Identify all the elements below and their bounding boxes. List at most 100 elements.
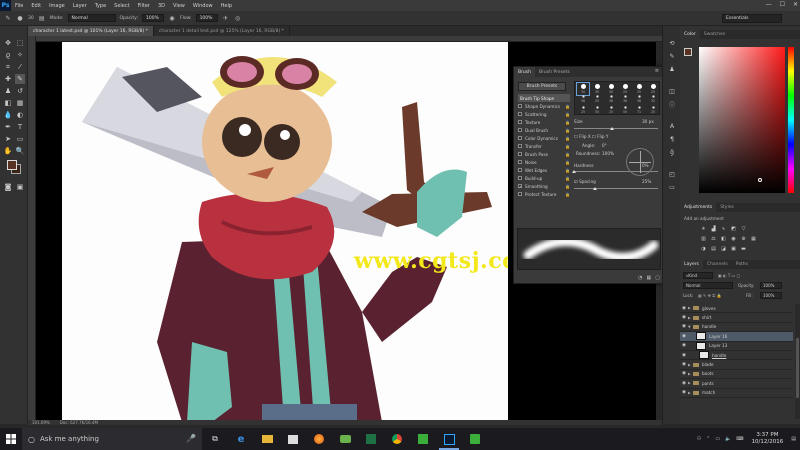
visibility-eye-icon[interactable]: ◉ [680, 353, 688, 358]
menu-filter[interactable]: Filter [134, 3, 154, 9]
volume-icon[interactable]: 🔈 [725, 436, 731, 442]
layer-row[interactable]: ◉ ▶ shirt [680, 313, 793, 323]
taskbar-clock[interactable]: 3:37 PM 10/12/2016 [752, 432, 784, 446]
brush-option-scattering[interactable]: Scattering 🔒 [518, 110, 570, 118]
brush-tip-grid[interactable]: 30 30 30 25 25 25 36 25 36 36 36 32 25 50 25 50 71 25 [574, 81, 660, 115]
tab-styles[interactable]: Styles [716, 203, 738, 212]
menu-image[interactable]: Image [45, 3, 69, 9]
taskbar-app-green[interactable] [332, 428, 358, 450]
tab-layers[interactable]: Layers [680, 260, 703, 269]
brush-panel-icon[interactable]: ✎ [667, 51, 677, 61]
path-select-tool-icon[interactable]: ➤ [3, 134, 13, 144]
flip-x-checkbox[interactable]: ☐ Flip X [574, 134, 591, 139]
network-icon[interactable]: ▭ [715, 436, 720, 442]
tab-channels[interactable]: Channels [703, 260, 732, 269]
photo-filter-icon[interactable]: ◉ [730, 235, 737, 242]
tab-brush[interactable]: Brush [514, 67, 535, 77]
tab-color[interactable]: Color [680, 30, 700, 39]
lock-icon[interactable]: 🔒 [565, 144, 570, 149]
healing-tool-icon[interactable]: ✚ [3, 74, 13, 84]
type-tool-icon[interactable]: T [15, 122, 25, 132]
tab-brush-presets[interactable]: Brush Presets [535, 67, 574, 77]
angle-value[interactable]: 0° [602, 143, 607, 148]
levels-icon[interactable]: ▟ [710, 225, 717, 232]
lock-icon[interactable]: 🔒 [565, 192, 570, 197]
layer-row[interactable]: ◉ ▼ handle [680, 323, 793, 333]
option-checkbox[interactable] [518, 192, 522, 196]
option-checkbox[interactable] [518, 112, 522, 116]
threshold-icon[interactable]: ◪ [720, 245, 727, 252]
screen-mode-icon[interactable]: ▣ [15, 182, 25, 192]
workspace-select[interactable]: Essentials [722, 14, 782, 23]
spacing-checkbox[interactable]: ☑ Spacing [574, 179, 596, 184]
people-icon[interactable]: ⚇ [697, 436, 701, 442]
option-checkbox[interactable] [518, 136, 522, 140]
blur-tool-icon[interactable]: 💧 [3, 110, 13, 120]
pressure-size-icon[interactable]: ◎ [234, 14, 242, 22]
navigator-icon[interactable]: ◰ [667, 169, 677, 179]
brush-option-wet-edges[interactable]: Wet Edges 🔒 [518, 166, 570, 174]
option-checkbox[interactable] [518, 120, 522, 124]
black-white-icon[interactable]: ◧ [720, 235, 727, 242]
color-lookup-icon[interactable]: ▦ [750, 235, 757, 242]
visibility-eye-icon[interactable]: ◉ [680, 343, 688, 348]
move-tool-icon[interactable]: ✥ [3, 38, 13, 48]
taskbar-app-photoshop[interactable] [436, 428, 462, 450]
new-brush-icon[interactable]: ▢ [655, 275, 660, 281]
brush-preset-picker-icon[interactable]: ● [16, 14, 24, 22]
layer-row[interactable]: ◉ handle [680, 351, 793, 361]
minimize-button[interactable]: — [766, 1, 772, 8]
lock-icon[interactable]: 🔒 [565, 152, 570, 157]
task-view-button[interactable]: ⧉ [202, 428, 228, 450]
menu-layer[interactable]: Layer [69, 3, 91, 9]
layer-filter-icons[interactable]: ▣ ◐ T ▭ ▢ [718, 273, 740, 278]
option-checkbox[interactable] [518, 144, 522, 148]
taskbar-app-camtasia-2[interactable] [462, 428, 488, 450]
doc-tab-active[interactable]: character 1 latest.psd @ 101% (Layer 16,… [28, 26, 154, 36]
toggle-live-tip-icon[interactable]: ◔ [638, 275, 642, 281]
panel-menu-icon[interactable]: ≡ [655, 68, 659, 74]
option-checkbox[interactable] [518, 152, 522, 156]
option-checkbox[interactable] [518, 104, 522, 108]
brightness-icon[interactable]: ☀ [700, 225, 707, 232]
hardness-slider-handle[interactable] [572, 170, 576, 173]
layer-row[interactable]: ◉ ▶ blade [680, 360, 793, 370]
brush-option-smoothing[interactable]: ✓ Smoothing 🔒 [518, 182, 570, 190]
flow-field[interactable]: 100% [195, 14, 218, 22]
layer-row[interactable]: ◉ ▶ match [680, 389, 793, 398]
tab-swatches[interactable]: Swatches [700, 30, 730, 39]
layer-row[interactable]: ◉ ▶ boots [680, 370, 793, 380]
layer-filter-select[interactable]: ⌕ Kind [683, 272, 713, 279]
quick-select-tool-icon[interactable]: ✧ [15, 50, 25, 60]
lock-icon[interactable]: 🔒 [565, 128, 570, 133]
taskbar-app-edge[interactable]: e [228, 428, 254, 450]
opacity-field[interactable]: 100% [142, 14, 165, 22]
brush-tip[interactable]: 50 [619, 105, 631, 117]
menu-file[interactable]: File [11, 3, 27, 9]
blend-mode-select[interactable]: Normal [683, 282, 733, 289]
brush-option-color-dynamics[interactable]: Color Dynamics 🔒 [518, 134, 570, 142]
visibility-eye-icon[interactable]: ◉ [680, 381, 688, 386]
layer-row[interactable]: ◉ ▶ gloves [680, 304, 793, 314]
maximize-button[interactable]: ☐ [780, 1, 785, 8]
history-icon[interactable]: ⟲ [667, 38, 677, 48]
brush-tip[interactable]: 25 [647, 105, 659, 117]
lock-icon[interactable]: 🔒 [565, 104, 570, 109]
tab-paths[interactable]: Paths [732, 260, 752, 269]
menu-type[interactable]: Type [91, 3, 110, 9]
selective-color-icon[interactable]: ▣ [730, 245, 737, 252]
invert-icon[interactable]: ◑ [700, 245, 707, 252]
option-checkbox[interactable]: ✓ [518, 184, 522, 189]
lock-icon[interactable]: 🔒 [565, 176, 570, 181]
properties-icon[interactable]: ◫ [667, 86, 677, 96]
clone-source-icon[interactable]: ♟ [667, 64, 677, 74]
quick-mask-icon[interactable]: ◙ [3, 182, 13, 192]
airbrush-icon[interactable]: ✈ [222, 14, 230, 22]
visibility-eye-icon[interactable]: ◉ [680, 334, 688, 339]
spacing-value[interactable]: 25% [642, 179, 651, 184]
menu-edit[interactable]: Edit [27, 3, 45, 9]
zoom-readout[interactable]: 101.09% [32, 420, 50, 425]
gradient-map-icon[interactable]: ▬ [740, 245, 747, 252]
pen-tool-icon[interactable]: ✒ [3, 122, 13, 132]
channel-mixer-icon[interactable]: ⊕ [740, 235, 747, 242]
